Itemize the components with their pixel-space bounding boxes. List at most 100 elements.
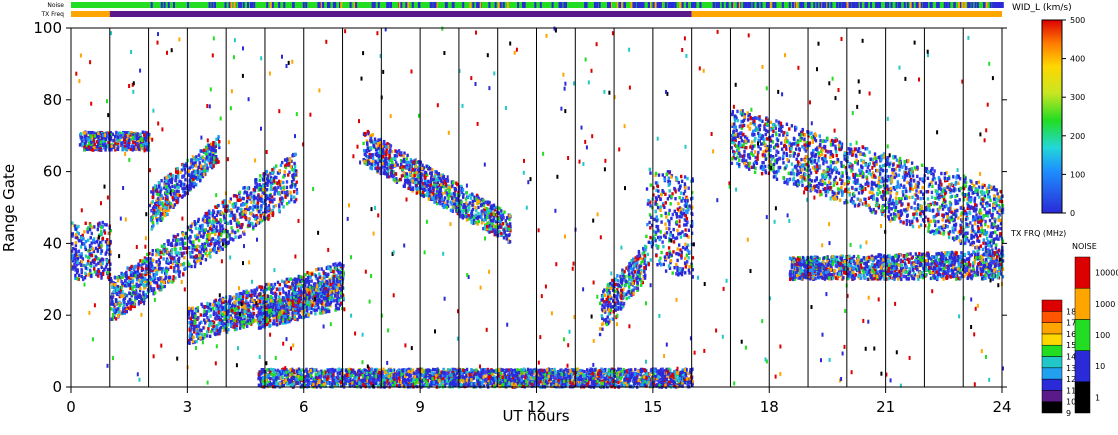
scatter-cell	[76, 260, 79, 264]
scatter-cell	[207, 143, 211, 147]
scatter-layer	[71, 26, 1005, 389]
scatter-cell	[89, 131, 92, 135]
scatter-cell	[226, 316, 230, 320]
scatter-cell	[169, 260, 173, 264]
scatter-cell	[433, 200, 436, 204]
scatter-cell	[291, 168, 294, 172]
scatter-cell	[405, 160, 408, 165]
scatter-cell	[242, 289, 245, 294]
scatter-cell	[151, 220, 154, 225]
scatter-cell	[452, 180, 455, 185]
scatter-cell	[399, 165, 402, 170]
scatter-cell	[110, 317, 113, 321]
scatter-cell	[132, 273, 135, 278]
scatter-cell	[259, 207, 263, 212]
scatter-cell	[336, 269, 340, 273]
scatter-cell	[122, 294, 125, 298]
scatter-cell	[220, 211, 224, 215]
scatter-cell	[230, 308, 234, 313]
scatter-cell	[199, 328, 202, 332]
scatter-cell	[295, 294, 298, 299]
scatter-cell	[438, 195, 441, 200]
scatter-cell	[193, 222, 197, 227]
scatter-cell	[228, 298, 231, 302]
scatter-cell	[189, 240, 192, 244]
scatter-cell	[284, 291, 288, 295]
scatter-cell	[238, 190, 242, 194]
scatter-cell	[181, 243, 185, 247]
scatter-cell	[156, 284, 159, 288]
scatter-cell	[247, 314, 250, 318]
scatter-cell	[93, 142, 96, 147]
scatter-cell	[176, 166, 179, 171]
scatter-cell	[191, 250, 194, 254]
scatter-cell	[238, 212, 242, 216]
scatter-cell	[193, 264, 197, 269]
scatter-cell	[199, 156, 202, 161]
scatter-cell	[239, 291, 242, 296]
scatter-cell	[190, 230, 194, 234]
scatter-cell	[217, 203, 220, 208]
scatter-cell	[79, 245, 83, 249]
scatter-cell	[175, 200, 179, 204]
scatter-cell	[468, 201, 472, 205]
scatter-cell	[138, 147, 141, 151]
scatter-cell	[384, 145, 388, 149]
scatter-cell	[308, 307, 311, 311]
scatter-cell	[431, 167, 434, 172]
scatter-cell	[179, 180, 183, 184]
scatter-cell	[450, 202, 453, 206]
scatter-cell	[254, 178, 257, 182]
scatter-cell	[266, 178, 269, 182]
scatter-cell	[450, 196, 454, 201]
scatter-cell	[277, 315, 280, 319]
scatter-cell	[286, 284, 289, 289]
scatter-cell	[160, 244, 164, 248]
scatter-cell	[476, 201, 479, 205]
scatter-cell	[77, 273, 81, 277]
scatter-cell	[269, 184, 273, 188]
scatter-cell	[165, 185, 168, 189]
scatter-cell	[269, 187, 272, 192]
scatter-cell	[77, 249, 81, 253]
scatter-cell	[179, 183, 183, 187]
scatter-cell	[452, 205, 456, 210]
scatter-cell	[140, 266, 144, 270]
scatter-cell	[240, 223, 243, 227]
scatter-cell	[387, 162, 391, 167]
scatter-cell	[233, 218, 236, 222]
scatter-cell	[332, 278, 335, 283]
scatter-cell	[334, 262, 337, 266]
scatter-cell	[204, 313, 208, 317]
scatter-cell	[209, 248, 212, 252]
scatter-cell	[461, 214, 465, 218]
scatter-cell	[462, 195, 465, 199]
scatter-region	[362, 129, 512, 244]
scatter-cell	[162, 257, 165, 261]
scatter-cell	[179, 263, 182, 267]
scatter-cell	[153, 291, 157, 295]
scatter-cell	[189, 331, 192, 336]
scatter-cell	[208, 152, 212, 156]
scatter-region	[71, 220, 113, 282]
scatter-cell	[326, 281, 329, 286]
scatter-cell	[455, 181, 458, 185]
scatter-cell	[209, 334, 212, 338]
scatter-cell	[335, 288, 339, 292]
scatter-cell	[316, 302, 320, 306]
scatter-cell	[215, 304, 218, 308]
scatter-cell	[171, 280, 174, 284]
scatter-cell	[480, 213, 483, 217]
scatter-cell	[101, 236, 104, 241]
scatter-cell	[290, 198, 293, 202]
scatter-cell	[163, 212, 166, 217]
scatter-cell	[196, 329, 199, 333]
scatter-cell	[405, 166, 409, 170]
scatter-cell	[259, 299, 262, 304]
scatter-cell	[270, 283, 273, 287]
scatter-cell	[205, 217, 209, 221]
scatter-cell	[188, 179, 191, 183]
scatter-cell	[158, 261, 161, 265]
scatter-cell	[259, 197, 263, 201]
scatter-cell	[84, 247, 87, 252]
